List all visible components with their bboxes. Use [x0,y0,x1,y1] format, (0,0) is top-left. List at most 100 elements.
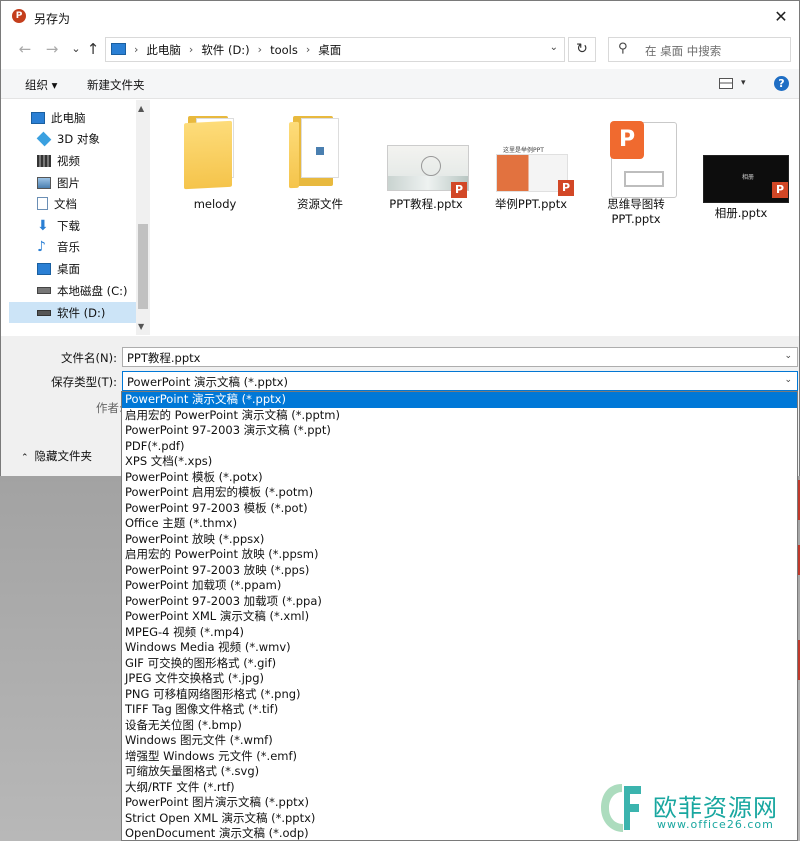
filetype-select[interactable]: PowerPoint 演示文稿 (*.pptx) ⌄ [122,371,798,391]
filetype-option[interactable]: PDF(*.pdf) [122,439,797,455]
sidebar-scrollbar[interactable]: ▲ ▼ [136,100,150,335]
hide-folders-button[interactable]: ⌃ 隐藏文件夹 [21,448,92,464]
filetype-option[interactable]: Windows 图元文件 (*.wmf) [122,733,797,749]
sidebar-item-drive-d[interactable]: 软件 (D:) [9,302,137,323]
file-item[interactable]: P 思维导图转PPT.pptx [586,110,686,227]
sidebar-item-downloads[interactable]: ⬇ 下载 [9,215,139,236]
filetype-option[interactable]: PowerPoint 演示文稿 (*.pptx) [122,392,797,408]
sidebar-item-music[interactable]: ♪ 音乐 [9,236,139,257]
filetype-option[interactable]: 增强型 Windows 元文件 (*.emf) [122,749,797,765]
filetype-option[interactable]: PowerPoint 启用宏的模板 (*.potm) [122,485,797,501]
computer-icon [31,111,45,124]
filetype-option[interactable]: PowerPoint 97-2003 演示文稿 (*.ppt) [122,423,797,439]
filetype-option[interactable]: XPS 文档(*.xps) [122,454,797,470]
close-button[interactable]: ✕ [771,7,791,27]
view-options-icon[interactable] [719,78,733,89]
filetype-option[interactable]: PNG 可移植网络图形格式 (*.png) [122,687,797,703]
breadcrumb-tools[interactable]: tools [266,43,302,57]
file-item[interactable]: 这里是举例PPT P 举例PPT.pptx [481,110,581,212]
desktop-icon [37,262,51,275]
video-icon [37,154,51,167]
filetype-option[interactable]: Office 主题 (*.thmx) [122,516,797,532]
filetype-option[interactable]: JPEG 文件交换格式 (*.jpg) [122,671,797,687]
refresh-button[interactable]: ↻ [568,37,596,62]
file-name: melody [193,197,237,211]
filetype-option[interactable]: 启用宏的 PowerPoint 演示文稿 (*.pptm) [122,408,797,424]
filetype-option[interactable]: PowerPoint 97-2003 放映 (*.pps) [122,563,797,579]
filetype-option[interactable]: PowerPoint 模板 (*.potx) [122,470,797,486]
sidebar-item-label: 视频 [57,153,80,168]
filetype-option[interactable]: 可缩放矢量图格式 (*.svg) [122,764,797,780]
filetype-option[interactable]: MPEG-4 视频 (*.mp4) [122,625,797,641]
pptx-thumbnail-icon: 这里是举例PPT P [486,110,576,196]
sidebar-item-desktop[interactable]: 桌面 [9,258,139,279]
address-bar[interactable]: › 此电脑 › 软件 (D:) › tools › 桌面 ⌄ [105,37,565,62]
toolbar: 组织 ▾ 新建文件夹 ▾ ? [1,69,799,99]
computer-icon [111,43,126,55]
sidebar-item-documents[interactable]: 文档 [9,193,139,214]
search-input[interactable]: ⚲ 在 桌面 中搜索 [608,37,791,62]
author-label: 作者: [96,401,123,415]
filetype-option[interactable]: GIF 可交换的图形格式 (*.gif) [122,656,797,672]
filetype-option[interactable]: Windows Media 视频 (*.wmv) [122,640,797,656]
filetype-option[interactable]: TIFF Tag 图像文件格式 (*.tif) [122,702,797,718]
back-button[interactable]: ← [15,39,35,59]
pictures-icon [37,176,51,189]
sidebar-item-label: 图片 [57,175,80,190]
filetype-option[interactable]: PowerPoint 97-2003 加载项 (*.ppa) [122,594,797,610]
filetype-option[interactable]: 设备无关位图 (*.bmp) [122,718,797,734]
file-name: 资源文件 [297,197,343,211]
sidebar-item-3d-objects[interactable]: 3D 对象 [9,128,139,149]
scroll-up-icon[interactable]: ▲ [138,104,144,113]
filetype-option[interactable]: PowerPoint 放映 (*.ppsx) [122,532,797,548]
chevron-down-icon[interactable]: ▾ [741,78,746,88]
sidebar-item-local-disk-c[interactable]: 本地磁盘 (C:) [9,280,139,301]
sidebar-item-label: 音乐 [57,239,80,254]
filetype-option[interactable]: PowerPoint XML 演示文稿 (*.xml) [122,609,797,625]
forward-button[interactable]: → [42,39,62,59]
folder-icon [275,110,365,196]
sidebar-item-this-pc[interactable]: 此电脑 [9,107,139,128]
breadcrumb-desktop[interactable]: 桌面 [314,42,345,58]
sidebar-item-videos[interactable]: 视频 [9,150,139,171]
pptx-file-icon: P [591,110,681,198]
thumbnail-caption: 相册 [742,174,755,181]
sidebar-item-label: 下载 [57,218,80,233]
filetype-option[interactable]: PowerPoint 97-2003 模板 (*.pot) [122,501,797,517]
new-folder-button[interactable]: 新建文件夹 [87,77,145,93]
help-button[interactable]: ? [774,76,789,91]
folder-icon [170,110,260,196]
chevron-down-icon[interactable]: ⌄ [784,375,792,385]
breadcrumb-drive-d[interactable]: 软件 (D:) [197,42,253,58]
title-bar: P 另存为 ✕ [1,1,799,32]
chevron-down-icon[interactable]: ⌄ [784,351,792,361]
filetype-option[interactable]: PowerPoint 加载项 (*.ppam) [122,578,797,594]
scroll-down-icon[interactable]: ▼ [138,322,144,331]
dialog-title: 另存为 [34,12,71,26]
up-button[interactable]: ↑ [83,39,103,59]
3d-objects-icon [36,131,52,146]
scrollbar-thumb[interactable] [138,224,148,309]
filetype-option[interactable]: 启用宏的 PowerPoint 放映 (*.ppsm) [122,547,797,563]
powerpoint-icon: P [12,9,26,23]
pptx-thumbnail-icon: P [381,110,471,198]
chevron-right-icon: › [134,43,139,56]
file-item[interactable]: 相册 P 相册.pptx [691,110,791,221]
sidebar-item-label: 文档 [54,196,77,211]
filename-field[interactable]: PPT教程.pptx ⌄ [122,347,798,367]
hide-folders-label: 隐藏文件夹 [34,449,93,463]
download-icon: ⬇ [37,217,49,234]
file-item[interactable]: P PPT教程.pptx [376,110,476,212]
file-item[interactable]: melody [165,110,265,212]
breadcrumb-this-pc[interactable]: 此电脑 [142,42,185,58]
organize-button[interactable]: 组织 ▾ [25,77,57,93]
file-item[interactable]: 资源文件 [270,110,370,212]
sidebar-item-pictures[interactable]: 图片 [9,172,139,193]
pptx-thumbnail-icon: 相册 P [696,110,789,203]
search-placeholder: 在 桌面 中搜索 [645,44,722,58]
filename-label: 文件名(N): [61,351,117,365]
navigation-bar: ← → ⌄ ↑ › 此电脑 › 软件 (D:) › tools › 桌面 ⌄ ↻… [1,34,799,64]
sidebar-item-label: 3D 对象 [57,131,100,146]
chevron-down-icon[interactable]: ⌄ [550,42,558,53]
filename-value: PPT教程.pptx [127,351,201,365]
